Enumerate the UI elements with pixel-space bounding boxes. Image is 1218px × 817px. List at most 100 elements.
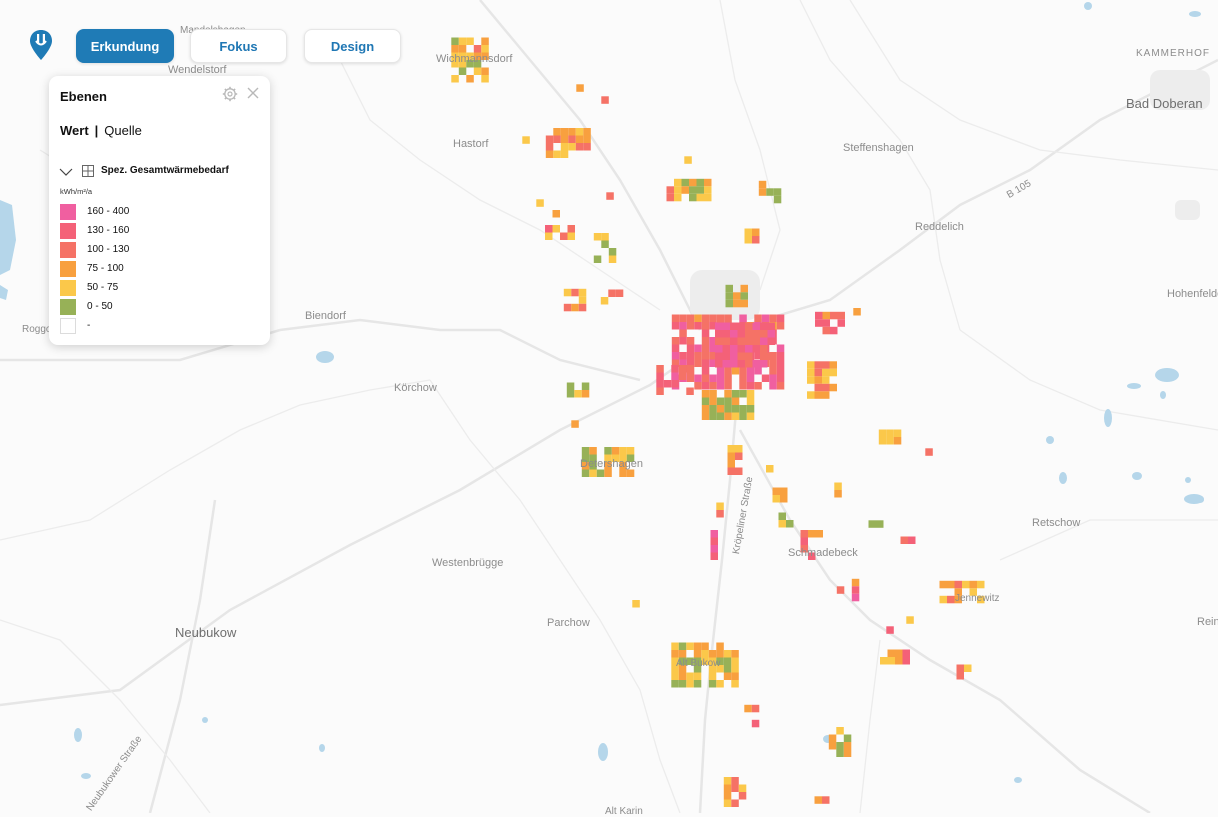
heat-cell	[481, 67, 489, 75]
legend-swatch	[60, 261, 76, 277]
close-icon[interactable]	[245, 85, 261, 101]
heat-cell	[744, 228, 752, 236]
heat-cell	[679, 322, 687, 330]
tab-separator: |	[94, 123, 99, 138]
heat-cell	[739, 405, 747, 413]
heat-cell	[545, 143, 554, 151]
heat-cell	[583, 135, 591, 143]
heat-cell	[560, 128, 569, 136]
heat-cell	[807, 361, 815, 369]
heat-cell	[583, 128, 591, 136]
heat-cell	[964, 664, 972, 672]
heat-cell	[678, 372, 687, 380]
legend-swatch	[60, 299, 76, 315]
heat-cell	[715, 360, 723, 368]
heat-cell	[694, 322, 702, 330]
heat-cell	[619, 462, 627, 470]
heat-cell	[780, 495, 788, 503]
heat-cell	[766, 465, 774, 473]
heat-cell	[776, 314, 785, 322]
mode-button-design[interactable]: Design	[304, 29, 401, 63]
heat-cell	[545, 135, 554, 143]
heat-cell	[737, 352, 745, 360]
heat-cell	[678, 657, 687, 665]
heat-cell	[731, 390, 740, 398]
heat-cell	[574, 390, 582, 398]
heat-cell	[836, 749, 844, 757]
heat-cell	[560, 135, 569, 143]
heat-cell	[686, 322, 695, 330]
heat-cell	[589, 469, 597, 477]
heat-cell	[760, 337, 768, 345]
heat-cell	[769, 359, 777, 367]
heat-cell	[626, 454, 635, 462]
heat-cell	[746, 390, 755, 398]
heat-cell	[566, 382, 575, 390]
heat-cell	[553, 150, 561, 158]
heat-cell	[853, 308, 861, 316]
heat-cell	[689, 178, 697, 187]
heat-cell	[701, 337, 710, 345]
heat-cell	[608, 255, 617, 263]
heat-cell	[724, 367, 732, 375]
heat-cell	[752, 330, 760, 338]
heat-cell	[716, 642, 724, 650]
chevron-down-icon[interactable]	[59, 165, 73, 179]
layer-row[interactable]: Spez. Gesamtwärmebedarf	[59, 164, 264, 180]
legend-label: 0 - 50	[87, 301, 113, 312]
heat-cell	[451, 37, 459, 45]
heat-cell	[710, 552, 718, 560]
legend-row: 130 - 160	[60, 223, 240, 240]
heat-cell	[686, 352, 695, 360]
gear-icon[interactable]	[222, 86, 238, 102]
heat-cell	[751, 704, 760, 713]
heat-cell	[671, 322, 680, 330]
heat-cell	[666, 193, 674, 202]
heat-cell	[571, 303, 579, 312]
mode-button-fokus[interactable]: Fokus	[190, 29, 287, 63]
heat-cell	[567, 225, 575, 233]
heat-cell	[760, 330, 768, 338]
heat-cell	[709, 314, 717, 322]
heat-cell	[710, 530, 718, 538]
heat-cell	[681, 178, 689, 187]
heat-cell	[553, 128, 561, 136]
heat-cell	[710, 537, 718, 545]
heat-cell	[778, 512, 786, 520]
tab-wert[interactable]: Wert	[60, 123, 89, 138]
heat-cell	[814, 361, 822, 369]
heat-cell	[608, 289, 616, 297]
heat-cell	[581, 447, 590, 455]
heat-cell	[834, 482, 842, 490]
heat-cell	[836, 586, 845, 594]
heat-cell	[878, 429, 887, 437]
heat-cell	[769, 374, 777, 382]
heat-cell	[746, 374, 755, 382]
heat-cell	[679, 329, 687, 337]
mode-button-erkundung[interactable]: Erkundung	[76, 29, 174, 63]
heat-cell	[696, 186, 704, 194]
heat-cell	[808, 552, 816, 560]
heat-cell	[481, 52, 489, 60]
heat-cell	[902, 649, 910, 657]
tab-quelle[interactable]: Quelle	[104, 123, 142, 138]
heat-cell	[814, 391, 822, 399]
heat-cell	[708, 672, 717, 680]
heat-cell	[671, 344, 680, 352]
heat-cell	[716, 412, 725, 420]
heat-cell	[656, 372, 664, 380]
heat-cell	[954, 588, 962, 596]
heat-cell	[773, 188, 782, 196]
heat-cell	[773, 195, 782, 204]
app-logo-icon[interactable]	[28, 28, 54, 62]
heat-cell	[731, 397, 740, 405]
heat-cell	[466, 52, 474, 60]
heat-cell	[731, 650, 739, 658]
heat-cell	[807, 391, 815, 399]
heat-cell	[596, 469, 605, 477]
heat-cell	[583, 143, 591, 151]
heat-cell	[545, 150, 554, 158]
heat-cell	[581, 454, 590, 462]
heat-cell	[671, 680, 679, 688]
heat-cell	[746, 367, 755, 375]
